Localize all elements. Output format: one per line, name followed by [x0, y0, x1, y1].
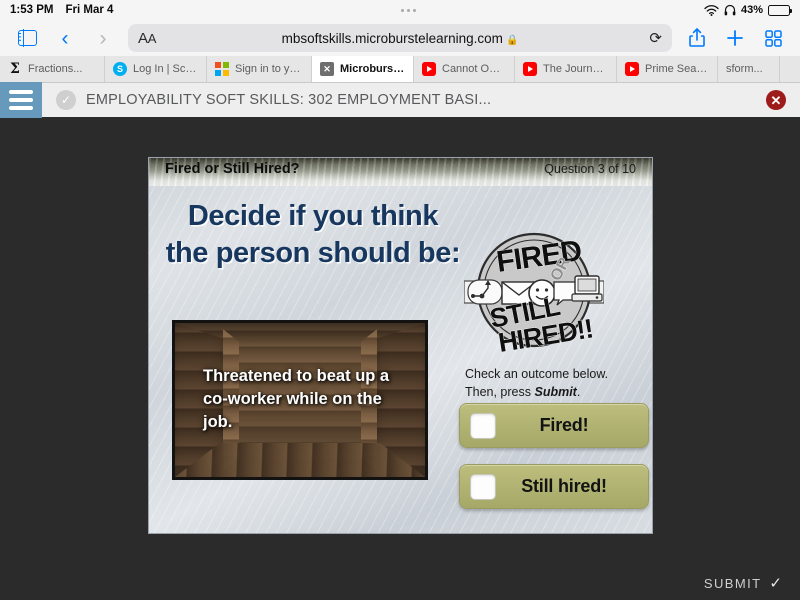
reload-button[interactable]: ⟳: [649, 29, 662, 47]
browser-tab-microburst[interactable]: ✕ Microburst L...: [312, 56, 414, 82]
scenario-text: Threatened to beat up a co-worker while …: [203, 367, 390, 431]
tab-label: Fractions...: [28, 63, 83, 75]
tab-label: Prime Seaso...: [645, 63, 709, 75]
skype-icon: S: [113, 62, 127, 76]
hamburger-menu-icon[interactable]: [0, 82, 42, 118]
tab-label: Sign in to yo...: [235, 63, 303, 75]
battery-percent-label: 43%: [740, 4, 763, 16]
close-circle-icon[interactable]: ✕: [766, 90, 786, 110]
tab-label: Cannot Ope...: [442, 63, 506, 75]
browser-tab-fractions[interactable]: Σ Fractions...: [0, 56, 105, 82]
instructions-line-1: Check an outcome below.: [465, 367, 609, 381]
instructions-line-2: Then, press Submit.: [465, 384, 652, 402]
tab-strip: Σ Fractions... S Log In | Scho... Sign i…: [0, 56, 800, 83]
status-bar-time: 1:53 PM: [10, 4, 54, 16]
question-prompt: Decide if you think the person should be…: [165, 200, 461, 270]
address-bar[interactable]: AA mbsoftskills.microburstelearning.com 🔒…: [128, 24, 672, 52]
course-stage: Fired or Still Hired? Question 3 of 10 D…: [0, 119, 800, 600]
slide-header-bar: Fired or Still Hired? Question 3 of 10: [149, 158, 652, 186]
question-slide: Fired or Still Hired? Question 3 of 10 D…: [148, 157, 653, 534]
check-icon: ✓: [769, 575, 782, 592]
answer-option-still-hired[interactable]: Still hired!: [459, 464, 649, 509]
submit-label: SUBMIT: [703, 575, 762, 591]
browser-tab-login[interactable]: S Log In | Scho...: [105, 56, 207, 82]
ios-status-bar: 1:53 PM Fri Mar 4 43%: [0, 0, 800, 20]
tab-label: Log In | Scho...: [133, 63, 198, 75]
browser-tab-prime-season[interactable]: Prime Seaso...: [617, 56, 718, 82]
url-display: mbsoftskills.microburstelearning.com 🔒: [128, 31, 672, 46]
youtube-icon: [422, 62, 436, 76]
share-button[interactable]: [680, 24, 714, 52]
check-circle-icon: ✓: [56, 90, 76, 110]
slide-body: Decide if you think the person should be…: [149, 186, 652, 533]
answer-label: Fired!: [539, 415, 589, 435]
forward-button[interactable]: ›: [86, 24, 120, 52]
headphones-icon: [724, 4, 736, 16]
youtube-icon: [625, 62, 639, 76]
tab-overview-button[interactable]: [756, 24, 790, 52]
fired-or-still-hired-logo: FIRED OR STILL HIRED!!: [464, 224, 604, 359]
url-text: mbsoftskills.microburstelearning.com: [281, 30, 503, 46]
slide-title: Fired or Still Hired?: [165, 161, 300, 177]
browser-tab-sform[interactable]: sform...: [718, 56, 780, 82]
checkbox-still-hired[interactable]: [470, 473, 496, 500]
status-bar-dots: [113, 8, 704, 12]
answer-option-fired[interactable]: Fired!: [459, 403, 649, 448]
instructions-suffix: .: [576, 384, 581, 399]
checkbox-fired[interactable]: [470, 412, 496, 439]
close-box-icon: ✕: [320, 62, 334, 76]
course-header-bar: ✓ EMPLOYABILITY SOFT SKILLS: 302 EMPLOYM…: [0, 82, 800, 119]
chevron-left-icon: ‹: [61, 26, 69, 50]
lock-icon: 🔒: [505, 34, 519, 46]
tab-label: Microburst L...: [340, 63, 405, 75]
wifi-icon: [704, 4, 719, 16]
battery-icon: [768, 4, 792, 16]
submit-button[interactable]: SUBMIT ✓: [704, 574, 782, 592]
browser-toolbar: ‹ › AA mbsoftskills.microburstelearning.…: [0, 20, 800, 56]
microsoft-icon: [215, 62, 229, 76]
answer-label: Still hired!: [521, 476, 607, 496]
question-counter: Question 3 of 10: [544, 162, 636, 176]
sidebar-icon: [17, 29, 37, 47]
status-bar-date: Fri Mar 4: [65, 4, 114, 16]
page-title: EMPLOYABILITY SOFT SKILLS: 302 EMPLOYMEN…: [86, 92, 492, 108]
browser-tab-cannot-open[interactable]: Cannot Ope...: [414, 56, 515, 82]
tab-label: sform...: [726, 63, 763, 75]
tab-label: The Journey...: [543, 63, 608, 75]
sigma-icon: Σ: [10, 61, 20, 77]
chevron-right-icon: ›: [99, 26, 107, 50]
new-tab-button[interactable]: [718, 24, 752, 52]
browser-tab-empty-1[interactable]: [780, 56, 800, 82]
youtube-icon: [523, 62, 537, 76]
browser-tab-the-journey[interactable]: The Journey...: [515, 56, 617, 82]
answer-instructions: Check an outcome below. Then, press Subm…: [465, 366, 652, 402]
scenario-crate-image: Threatened to beat up a co-worker while …: [172, 320, 428, 480]
back-button[interactable]: ‹: [48, 24, 82, 52]
instructions-prefix: Then, press: [465, 384, 535, 399]
browser-tab-microsoft-signin[interactable]: Sign in to yo...: [207, 56, 312, 82]
answer-options: Fired! Still hired!: [459, 403, 649, 525]
sidebar-toggle-button[interactable]: [10, 24, 44, 52]
instructions-submit-emphasis: Submit: [534, 384, 577, 399]
